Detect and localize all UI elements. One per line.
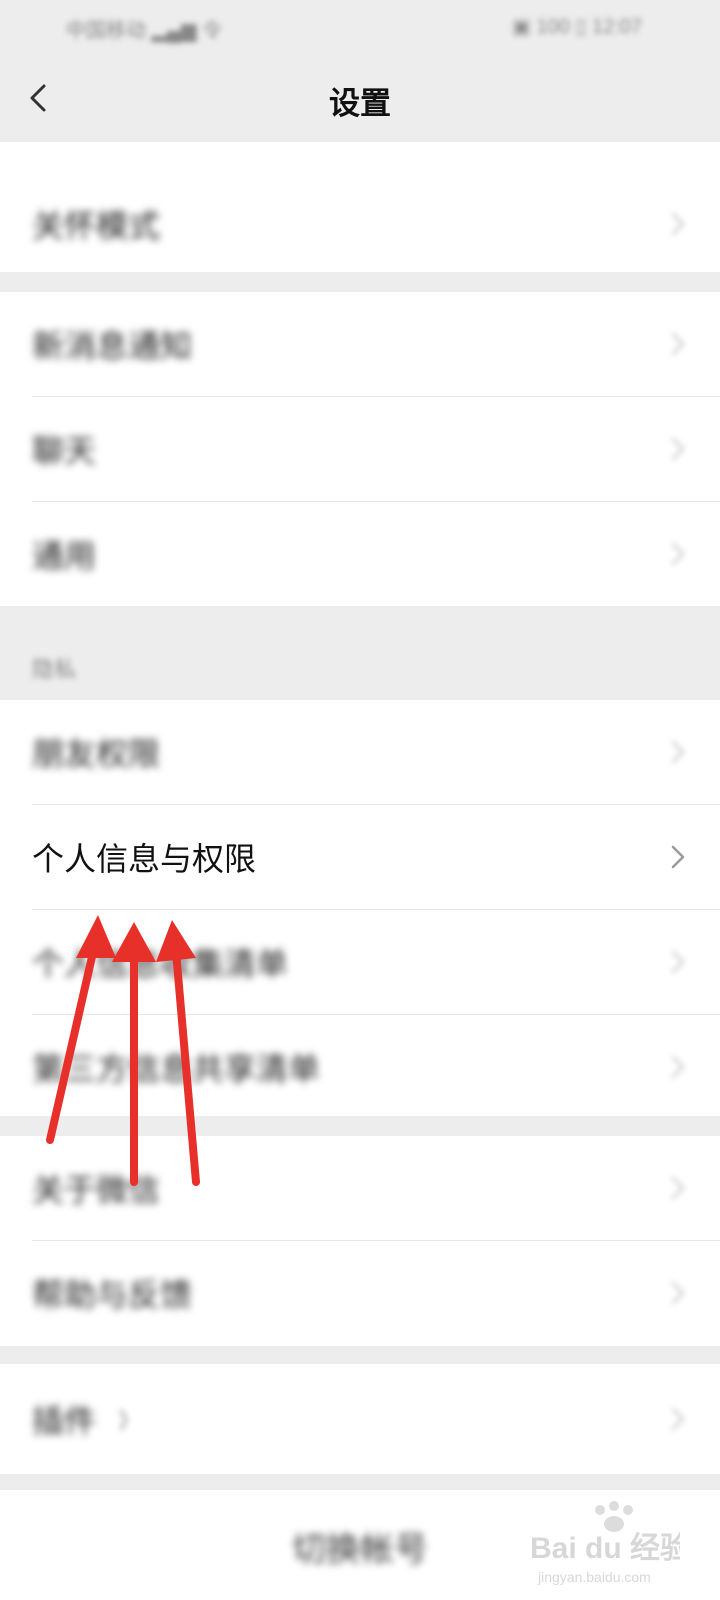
settings-item-label: 帮助与反馈: [32, 1277, 193, 1313]
settings-item-friend-permissions[interactable]: 朋友权限: [0, 700, 720, 804]
settings-item-label: 关怀模式: [32, 208, 161, 244]
section-label-privacy: 隐私: [32, 657, 77, 682]
baidu-jingyan-watermark: Bai du 经验 jingyan.baidu.com: [530, 1501, 680, 1585]
settings-item-personal-info-collection[interactable]: 个人信息收集清单: [0, 910, 720, 1014]
chevron-right-icon: [671, 542, 685, 566]
settings-group-about: 关于微信 帮助与反馈: [0, 1136, 720, 1346]
settings-group-general: 新消息通知 聊天 通用: [0, 292, 720, 606]
chevron-right-icon: [671, 1055, 685, 1079]
watermark-brand: Bai du 经验: [530, 1531, 680, 1565]
chevron-right-icon: [671, 332, 685, 356]
settings-item-label: 个人信息收集清单: [32, 946, 289, 982]
status-bar-carrier: 中国移动 ▂▄▆ 令: [66, 20, 223, 42]
chevron-right-icon: [671, 950, 685, 974]
settings-item-label: 朋友权限: [32, 736, 161, 772]
settings-item-chat[interactable]: 聊天: [0, 397, 720, 501]
settings-item-label: 个人信息与权限: [32, 841, 257, 877]
chevron-right-icon: [671, 1281, 685, 1305]
plugin-badge: 》: [118, 1408, 141, 1433]
chevron-right-icon: [671, 212, 685, 236]
settings-item-label: 通用: [32, 538, 97, 574]
settings-item-care-mode[interactable]: 关怀模式: [0, 172, 720, 276]
chevron-right-icon: [671, 1407, 685, 1431]
settings-item-plugins[interactable]: 插件 》: [0, 1367, 720, 1471]
settings-group-privacy: 朋友权限 个人信息与权限 个人信息收集清单 第三方信息共享清单: [0, 700, 720, 1116]
settings-item-label: 新消息通知: [32, 328, 193, 364]
settings-group-plugins: 插件 》: [0, 1364, 720, 1474]
settings-item-label: 聊天: [32, 433, 97, 469]
chevron-right-icon: [671, 437, 685, 461]
settings-item-label: 插件: [32, 1403, 97, 1439]
settings-item-third-party-sharing[interactable]: 第三方信息共享清单: [0, 1015, 720, 1119]
page-title: 设置: [329, 86, 391, 121]
settings-item-general[interactable]: 通用: [0, 502, 720, 606]
watermark-url: jingyan.baidu.com: [537, 1569, 651, 1585]
chevron-right-icon: [671, 740, 685, 764]
settings-item-label: 第三方信息共享清单: [32, 1051, 321, 1087]
settings-item-personal-info-permissions[interactable]: 个人信息与权限: [0, 805, 720, 909]
chevron-right-icon: [671, 1176, 685, 1200]
status-bar-battery-time: ▣ 100 ▯ 12:07: [512, 16, 642, 38]
settings-group-care: 关怀模式: [0, 142, 720, 272]
chevron-right-icon: [671, 845, 685, 869]
settings-item-help-feedback[interactable]: 帮助与反馈: [0, 1241, 720, 1345]
settings-item-about[interactable]: 关于微信: [0, 1136, 720, 1240]
settings-item-notifications[interactable]: 新消息通知: [0, 292, 720, 396]
settings-item-label: 关于微信: [32, 1172, 161, 1208]
